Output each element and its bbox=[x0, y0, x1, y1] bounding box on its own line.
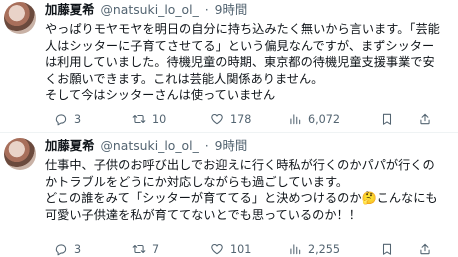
bookmark-icon bbox=[382, 243, 392, 255]
tweet-header: 加藤夏希 @natsuki_lo_ol_ · 9時間 bbox=[45, 138, 247, 154]
heart-icon bbox=[211, 244, 223, 255]
repost-arrows-icon bbox=[132, 244, 146, 254]
like-button[interactable]: 101 bbox=[210, 241, 251, 257]
share-button[interactable] bbox=[418, 111, 432, 127]
views-button[interactable]: 6,072 bbox=[288, 111, 340, 127]
author-handle[interactable]: @natsuki_lo_ol_ bbox=[101, 138, 199, 153]
separator: · bbox=[204, 138, 209, 153]
reply-count: 3 bbox=[74, 112, 82, 126]
tweet-actions: 3 7 101 2,255 bbox=[54, 241, 444, 257]
view-count: 2,255 bbox=[308, 242, 341, 256]
views-button[interactable]: 2,255 bbox=[288, 241, 340, 257]
repost-button[interactable]: 7 bbox=[132, 241, 159, 257]
tweet-header: 加藤夏希 @natsuki_lo_ol_ · 9時間 bbox=[45, 2, 247, 18]
reply-button[interactable]: 3 bbox=[54, 111, 81, 127]
timestamp[interactable]: 9時間 bbox=[215, 138, 248, 153]
like-count: 178 bbox=[230, 112, 252, 126]
timestamp[interactable]: 9時間 bbox=[215, 2, 248, 17]
share-icon bbox=[420, 243, 430, 255]
repost-count: 7 bbox=[152, 242, 160, 256]
tweet[interactable]: 加藤夏希 @natsuki_lo_ol_ · 9時間 やっぱりモヤモヤを明日の自… bbox=[0, 0, 458, 127]
author-handle[interactable]: @natsuki_lo_ol_ bbox=[101, 2, 199, 17]
like-count: 101 bbox=[230, 242, 252, 256]
speech-bubble-icon bbox=[55, 244, 67, 256]
share-icon bbox=[420, 113, 430, 125]
heart-icon bbox=[211, 114, 223, 125]
bookmark-button[interactable] bbox=[380, 111, 394, 127]
author-name[interactable]: 加藤夏希 bbox=[45, 2, 95, 17]
reply-count: 3 bbox=[74, 242, 82, 256]
view-count: 6,072 bbox=[308, 112, 341, 126]
tweet[interactable]: 加藤夏希 @natsuki_lo_ol_ · 9時間 仕事中、子供のお呼び出しで… bbox=[0, 136, 458, 257]
bar-chart-icon bbox=[290, 244, 301, 255]
repost-arrows-icon bbox=[132, 114, 146, 124]
repost-count: 10 bbox=[152, 112, 167, 126]
tweet-actions: 3 10 178 6,072 bbox=[54, 111, 444, 127]
bookmark-button[interactable] bbox=[380, 241, 394, 257]
like-button[interactable]: 178 bbox=[210, 111, 251, 127]
author-name[interactable]: 加藤夏希 bbox=[45, 138, 95, 153]
avatar[interactable] bbox=[4, 2, 36, 34]
repost-button[interactable]: 10 bbox=[132, 111, 166, 127]
share-button[interactable] bbox=[418, 241, 432, 257]
bar-chart-icon bbox=[290, 114, 301, 125]
avatar[interactable] bbox=[4, 138, 36, 170]
bookmark-icon bbox=[382, 113, 392, 125]
reply-button[interactable]: 3 bbox=[54, 241, 81, 257]
speech-bubble-icon bbox=[55, 114, 67, 126]
tweet-text: 仕事中、子供のお呼び出しでお迎えに行く時私が行くのかパパが行くのかトラブルをどう… bbox=[45, 158, 438, 222]
tweet-text: やっぱりモヤモヤを明日の自分に持ち込みたく無いから言います。「芸能人はシッターに… bbox=[45, 22, 440, 103]
separator: · bbox=[204, 2, 209, 17]
tweet-divider bbox=[0, 132, 458, 133]
